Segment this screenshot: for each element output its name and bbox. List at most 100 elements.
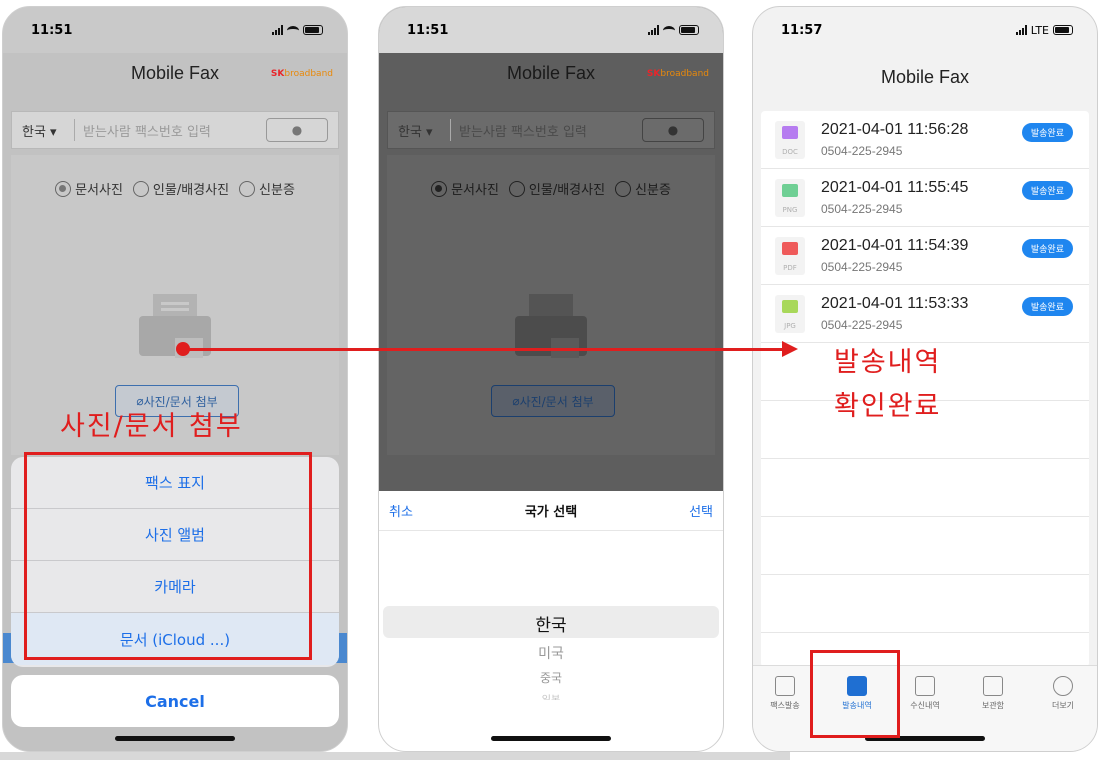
history-row[interactable]: PNG 2021-04-01 11:55:45 0504-225-2945 발송… bbox=[761, 169, 1089, 227]
sk-broadband-logo: SKbroadband bbox=[270, 69, 333, 79]
picker-toolbar: 취소 국가 선택 선택 bbox=[379, 491, 723, 531]
recipient-input[interactable]: 받는사람 팩스번호 입력 bbox=[83, 121, 266, 140]
fax-icon bbox=[775, 676, 795, 696]
status-badge: 발송완료 bbox=[1021, 123, 1073, 142]
divider bbox=[74, 119, 75, 141]
recipient-bar: 한국 ▾ 받는사람 팩스번호 입력 ● bbox=[387, 111, 715, 149]
status-bar: 11:51 bbox=[3, 7, 347, 53]
photo-type-radios: 문서사진 인물/배경사진 신분증 bbox=[3, 179, 347, 198]
annotation-sheet-box bbox=[24, 452, 312, 660]
picker-option-japan[interactable]: 일본 bbox=[379, 691, 723, 700]
png-file-icon: PNG bbox=[775, 179, 805, 217]
radio-icon bbox=[508, 180, 525, 197]
status-badge: 발송완료 bbox=[1021, 239, 1073, 258]
status-bar: 11:51 bbox=[379, 7, 723, 53]
empty-row bbox=[761, 575, 1089, 633]
radio-icon bbox=[615, 180, 632, 197]
cancel-button[interactable]: Cancel bbox=[11, 675, 339, 727]
phone-screen-send-history: 11:57 LTE Mobile Fax DOC 2021-04-01 11:5… bbox=[752, 6, 1098, 752]
history-date: 2021-04-01 11:54:39 bbox=[821, 237, 969, 254]
sk-broadband-logo: SKbroadband bbox=[646, 69, 709, 79]
status-icons: LTE bbox=[1015, 23, 1073, 37]
history-number: 0504-225-2945 bbox=[821, 260, 903, 274]
battery-icon bbox=[679, 25, 699, 35]
radio-icon bbox=[239, 180, 256, 197]
person-icon: ● bbox=[291, 123, 303, 137]
status-icons bbox=[272, 25, 323, 35]
home-indicator bbox=[491, 736, 611, 741]
status-badge: 발송완료 bbox=[1021, 181, 1073, 200]
picker-select-button[interactable]: 선택 bbox=[689, 501, 713, 520]
signal-icon bbox=[648, 25, 659, 35]
radio-id-card[interactable]: 신분증 bbox=[615, 179, 671, 198]
history-date: 2021-04-01 11:53:33 bbox=[821, 295, 969, 312]
history-number: 0504-225-2945 bbox=[821, 202, 903, 216]
contacts-button[interactable]: ● bbox=[642, 118, 704, 142]
battery-icon bbox=[303, 25, 323, 35]
tab-fax-send[interactable]: 팩스발송 bbox=[755, 676, 815, 711]
storage-icon bbox=[983, 676, 1003, 696]
bottom-scrollbar bbox=[0, 752, 790, 760]
radio-id-card[interactable]: 신분증 bbox=[239, 179, 295, 198]
annotation-arrow-head bbox=[782, 341, 798, 357]
wifi-icon bbox=[663, 25, 675, 35]
pdf-file-icon: PDF bbox=[775, 237, 805, 275]
attach-button[interactable]: ⌀ 사진/문서 첨부 bbox=[491, 385, 615, 417]
radio-document-photo[interactable]: 문서사진 bbox=[431, 179, 499, 198]
wifi-icon bbox=[287, 25, 299, 35]
tab-more[interactable]: 더보기 bbox=[1033, 676, 1093, 711]
radio-person-photo[interactable]: 인물/배경사진 bbox=[508, 179, 605, 198]
radio-selected-icon bbox=[431, 180, 448, 197]
empty-row bbox=[761, 459, 1089, 517]
annotation-arrow-line bbox=[182, 348, 788, 351]
radio-icon bbox=[132, 180, 149, 197]
annotation-history-line1: 발송내역 bbox=[834, 347, 942, 378]
annotation-attach-caption: 사진/문서 첨부 bbox=[60, 411, 243, 442]
picker-option-usa[interactable]: 미국 bbox=[379, 643, 723, 663]
country-selector[interactable]: 한국 ▾ bbox=[22, 121, 74, 140]
network-label: LTE bbox=[1030, 23, 1049, 37]
doc-file-icon: DOC bbox=[775, 121, 805, 159]
history-row[interactable]: JPG 2021-04-01 11:53:33 0504-225-2945 발송… bbox=[761, 285, 1089, 343]
contacts-button[interactable]: ● bbox=[266, 118, 328, 142]
history-date: 2021-04-01 11:55:45 bbox=[821, 179, 969, 196]
picker-cancel-button[interactable]: 취소 bbox=[389, 501, 413, 520]
fax-machine-icon bbox=[139, 294, 211, 358]
photo-type-radios: 문서사진 인물/배경사진 신분증 bbox=[379, 179, 723, 198]
status-badge: 발송완료 bbox=[1021, 297, 1073, 316]
signal-icon bbox=[272, 25, 283, 35]
history-number: 0504-225-2945 bbox=[821, 144, 903, 158]
status-time: 11:57 bbox=[781, 22, 823, 38]
country-selector[interactable]: 한국 ▾ bbox=[398, 121, 450, 140]
app-title: Mobile Fax bbox=[880, 67, 970, 87]
status-icons bbox=[648, 25, 699, 35]
jpg-file-icon: JPG bbox=[775, 295, 805, 333]
history-row[interactable]: PDF 2021-04-01 11:54:39 0504-225-2945 발송… bbox=[761, 227, 1089, 285]
picker-option-china[interactable]: 중국 bbox=[379, 669, 723, 686]
battery-icon bbox=[1053, 25, 1073, 35]
status-time: 11:51 bbox=[31, 22, 73, 38]
annotation-tab-box bbox=[810, 650, 900, 738]
signal-icon bbox=[1015, 25, 1027, 35]
history-date: 2021-04-01 11:56:28 bbox=[821, 121, 969, 138]
fax-machine-icon bbox=[515, 294, 587, 358]
recipient-input[interactable]: 받는사람 팩스번호 입력 bbox=[459, 121, 642, 140]
divider bbox=[450, 119, 451, 141]
history-row[interactable]: DOC 2021-04-01 11:56:28 0504-225-2945 발송… bbox=[761, 111, 1089, 169]
picker-option-korea[interactable]: 한국 bbox=[379, 611, 723, 636]
tab-receive-history[interactable]: 수신내역 bbox=[895, 676, 955, 711]
person-icon: ● bbox=[667, 123, 679, 137]
recipient-bar: 한국 ▾ 받는사람 팩스번호 입력 ● bbox=[11, 111, 339, 149]
more-icon bbox=[1053, 676, 1073, 696]
tab-storage[interactable]: 보관함 bbox=[963, 676, 1023, 711]
radio-person-photo[interactable]: 인물/배경사진 bbox=[132, 179, 229, 198]
radio-selected-icon bbox=[55, 180, 72, 197]
phone-screen-country-picker: 11:51 Mobile Fax SKbroadband 한국 ▾ 받는사람 팩… bbox=[378, 6, 724, 752]
status-bar: 11:57 LTE bbox=[753, 7, 1097, 53]
home-indicator bbox=[115, 736, 235, 741]
history-number: 0504-225-2945 bbox=[821, 318, 903, 332]
paperclip-icon: ⌀ bbox=[512, 394, 520, 408]
picker-title: 국가 선택 bbox=[524, 505, 578, 520]
radio-document-photo[interactable]: 문서사진 bbox=[55, 179, 123, 198]
annotation-history-line2: 확인완료 bbox=[834, 391, 942, 422]
